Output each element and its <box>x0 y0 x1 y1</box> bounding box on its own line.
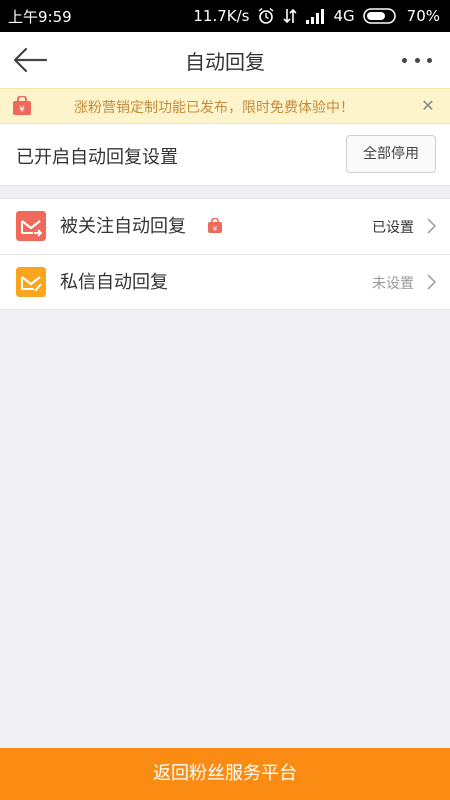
return-fans-platform-button[interactable]: 返回粉丝服务平台 <box>0 748 450 800</box>
settings-header: 已开启自动回复设置 全部停用 <box>0 124 450 186</box>
gift-bag-icon: ¥ <box>208 218 222 233</box>
dot <box>414 57 420 63</box>
page-title: 自动回复 <box>185 49 265 74</box>
list-item-follow-reply[interactable]: 被关注自动回复 ¥ 已设置 <box>0 199 450 254</box>
list-item-label: 被关注自动回复 <box>60 216 186 237</box>
banner-text: 涨粉营销定制功能已发布，限时免费体验中！ <box>74 100 354 116</box>
svg-text:¥: ¥ <box>213 225 218 233</box>
reply-list: 被关注自动回复 ¥ 已设置 私信自动回复 未设置 <box>0 198 450 310</box>
stop-all-button[interactable]: 全部停用 <box>346 135 436 173</box>
gift-bag-icon: ¥ <box>13 96 31 115</box>
list-item-label: 私信自动回复 <box>60 272 168 293</box>
close-icon[interactable]: ✕ <box>418 95 438 117</box>
chevron-right-icon <box>427 218 436 234</box>
list-item-message-reply[interactable]: 私信自动回复 未设置 <box>0 254 450 309</box>
settings-header-title: 已开启自动回复设置 <box>16 147 178 168</box>
signal-icon <box>306 9 325 24</box>
status-time: 上午9:59 <box>8 7 72 26</box>
status-badge: 未设置 <box>372 276 414 292</box>
message-reply-icon <box>16 267 46 297</box>
dot <box>427 57 432 63</box>
follow-reply-icon <box>16 211 46 241</box>
dot <box>402 57 407 63</box>
svg-text:¥: ¥ <box>19 105 25 115</box>
status-badge: 已设置 <box>372 220 414 236</box>
more-dots-icon[interactable] <box>402 48 432 72</box>
status-indicators: 11.7K/s 4G 70% <box>193 7 440 25</box>
nav-bar: 自动回复 <box>0 32 450 88</box>
data-transfer-icon <box>283 8 298 24</box>
status-bar: 上午9:59 11.7K/s 4G 70% <box>0 0 450 32</box>
chevron-right-icon <box>427 274 436 290</box>
battery-level: 70% <box>406 7 440 25</box>
alarm-icon <box>259 7 274 24</box>
back-arrow-icon[interactable] <box>12 46 48 74</box>
battery-icon <box>362 8 396 24</box>
network-type: 4G <box>333 7 355 25</box>
promo-banner[interactable]: ¥ 涨粉营销定制功能已发布，限时免费体验中！ ✕ <box>0 88 450 124</box>
network-speed: 11.7K/s <box>193 7 250 25</box>
